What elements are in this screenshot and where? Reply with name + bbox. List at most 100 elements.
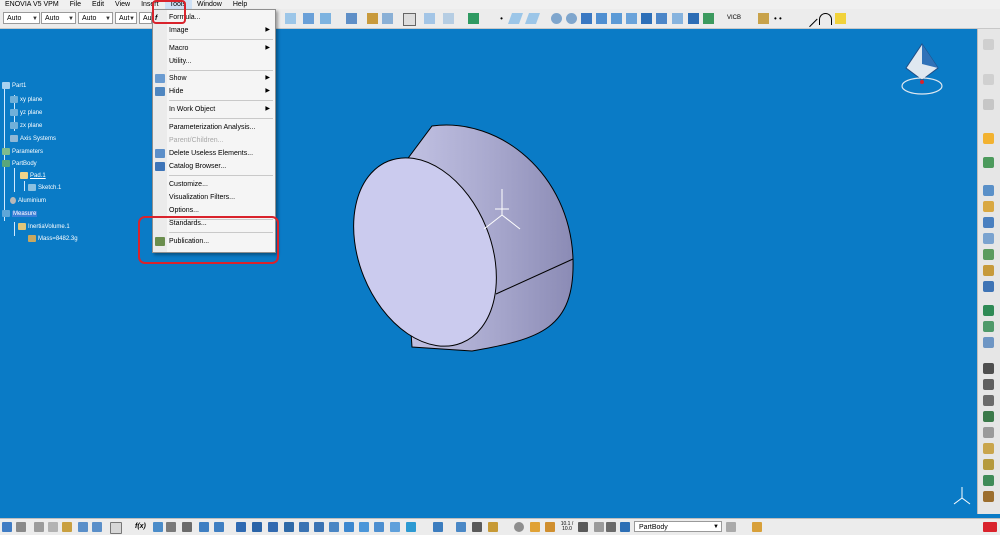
pad-icon[interactable] [303,13,314,24]
save-icon[interactable] [2,522,12,532]
tree-node-part[interactable]: Part1 [2,82,26,90]
menu-item-utility[interactable]: Utility... [153,56,275,67]
settings-icon[interactable] [578,522,588,532]
undo-icon[interactable] [78,522,88,532]
tree-node-sketch[interactable]: Sketch.1 [28,184,61,192]
pan-icon[interactable] [581,13,592,24]
formula-icon[interactable]: f(x) [135,522,151,532]
tree-node-zx-plane[interactable]: zx plane [10,122,42,130]
group-icon[interactable] [456,522,466,532]
layer-combo[interactable]: Aut ▼ [115,12,137,24]
point-icon[interactable] [424,13,435,24]
assemble-icon[interactable] [983,491,994,502]
zoom-out-icon[interactable] [314,522,324,532]
rib-icon[interactable] [983,265,994,276]
box-icon[interactable] [672,13,683,24]
toolbar-handle-icon[interactable] [983,39,994,50]
surface-icon[interactable] [507,13,524,24]
render-combo[interactable]: Au [139,12,152,24]
catalog-icon[interactable] [166,522,176,532]
hole-icon[interactable] [367,13,378,24]
menu-item-in-work-object[interactable]: In Work Object ▶ [153,104,275,115]
tree-node-axis-systems[interactable]: Axis Systems [10,135,56,143]
chamfer-icon[interactable] [983,321,994,332]
menu-item-macro[interactable]: Macro ▶ [153,43,275,54]
grip-icon[interactable] [983,74,994,85]
print-icon[interactable] [16,522,26,532]
menu-edit[interactable]: Edit [87,0,110,9]
line-type-combo[interactable]: Auto ▼ [78,12,113,24]
fly-icon[interactable] [236,522,246,532]
tree-node-pad[interactable]: Pad.1 [20,172,46,180]
tree-node-yz-plane[interactable]: yz plane [10,109,42,117]
thickness-icon[interactable] [983,379,994,390]
manipulation-icon[interactable] [514,522,524,532]
shading-icon[interactable] [359,522,369,532]
vicb-icon[interactable]: VICB [727,13,741,24]
line-icon[interactable] [443,13,454,24]
boolean-icon[interactable] [656,13,667,24]
tree-node-material[interactable]: Aluminium [10,197,46,205]
tree-node-parameters[interactable]: Parameters [2,148,43,156]
redo-icon[interactable] [92,522,102,532]
fillet-icon[interactable] [983,305,994,316]
mirror-icon[interactable] [983,443,994,454]
menu-item-parameterization-analysis[interactable]: Parameterization Analysis... [153,122,275,133]
menu-window[interactable]: Window [192,0,228,9]
cylinder-solid[interactable] [327,124,574,368]
swap-icon[interactable] [390,522,400,532]
menu-item-options[interactable]: Options... [153,205,275,216]
update-icon[interactable] [472,522,482,532]
menu-item-delete-useless-elements[interactable]: Delete Useless Elements... [153,148,275,159]
lock-icon[interactable] [488,522,498,532]
pan-icon[interactable] [268,522,278,532]
pocket-icon[interactable] [983,201,994,212]
arc-icon[interactable] [819,13,832,25]
insert-body-icon[interactable] [726,522,736,532]
pattern-icon[interactable] [983,459,994,470]
translate-icon[interactable] [983,427,994,438]
extrude-surface-icon[interactable] [524,13,541,24]
rib-icon[interactable] [382,13,393,24]
shaft-icon[interactable] [983,217,994,228]
axis-icon[interactable] [594,522,604,532]
current-body-combo[interactable]: PartBody ▼ [634,521,722,532]
sun-icon[interactable] [530,522,540,532]
hole-icon[interactable] [983,249,994,260]
line-color-combo[interactable]: Auto ▼ [3,12,40,24]
translate-icon[interactable] [596,13,607,24]
fit-all-icon[interactable] [252,522,262,532]
tool-icon[interactable] [758,13,769,24]
copy-icon[interactable] [48,522,58,532]
ratio-icon[interactable]: 10.1 / 10.0 [560,522,574,532]
pattern-icon[interactable] [626,13,637,24]
select-icon[interactable] [983,133,994,144]
fit-all-icon[interactable] [403,13,416,26]
compass-icon[interactable] [898,42,946,100]
revolve-icon[interactable] [566,13,577,24]
slot-icon[interactable] [983,281,994,292]
paste-icon[interactable] [62,522,72,532]
sketch-icon[interactable] [285,13,296,24]
menu-item-show[interactable]: Show ▶ [153,73,275,84]
pocket-icon[interactable] [320,13,331,24]
plane-icon[interactable] [468,13,479,24]
grid-icon[interactable] [606,522,616,532]
menu-help[interactable]: Help [228,0,253,9]
tree-node-partbody[interactable]: PartBody [2,160,37,168]
scale-icon[interactable] [983,475,994,486]
menu-item-hide[interactable]: Hide ▶ [153,86,275,97]
zoom-in-icon[interactable] [299,522,309,532]
menu-file[interactable]: File [65,0,87,9]
menu-item-visualization-filters[interactable]: Visualization Filters... [153,192,275,203]
table-icon[interactable] [182,522,192,532]
view-icon[interactable] [199,522,209,532]
menu-item-image[interactable]: Image ▶ [153,25,275,36]
shaft-icon[interactable] [346,13,357,24]
dot-icon[interactable]: • [496,13,507,24]
dots-icon[interactable]: • • • [774,13,785,28]
mirror-icon[interactable] [611,13,622,24]
menu-item-customize[interactable]: Customize... [153,179,275,190]
specification-tree[interactable]: Part1 xy plane yz plane zx plane Axis Sy… [0,80,160,260]
rotate-icon[interactable] [284,522,294,532]
